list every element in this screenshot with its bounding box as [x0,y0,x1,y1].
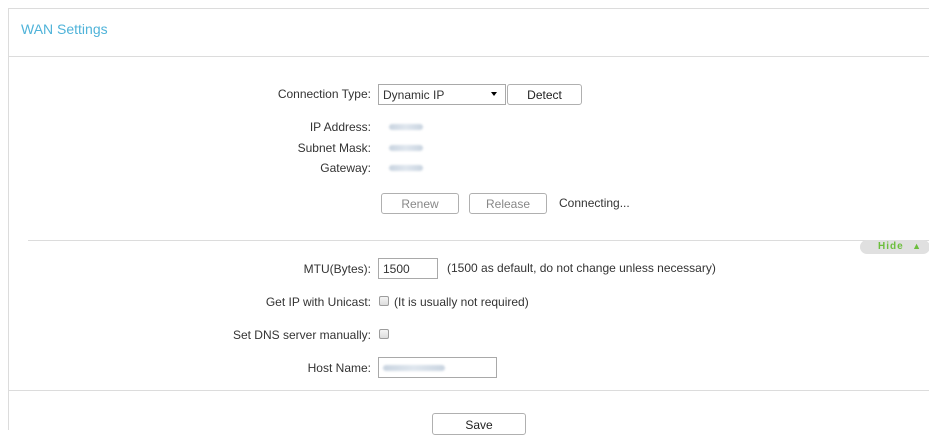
wan-settings-panel: WAN Settings Connection Type: Dynamic IP… [8,8,929,435]
unicast-checkbox[interactable] [379,296,389,306]
subnet-mask-label: Subnet Mask: [297,141,371,155]
detect-button[interactable]: Detect [507,84,582,105]
hide-label: Hide [878,241,904,252]
hide-toggle[interactable]: Hide ▲ [860,240,929,254]
dropdown-arrow-icon [491,92,497,96]
subnet-mask-value [389,145,423,151]
mtu-value: 1500 [383,262,410,276]
release-button[interactable]: Release [469,193,547,214]
connection-status: Connecting... [559,196,630,210]
footer-divider [9,390,929,391]
renew-button[interactable]: Renew [381,193,459,214]
mtu-note: (1500 as default, do not change unless n… [447,261,716,275]
chevron-up-icon: ▲ [912,241,922,251]
host-name-value [383,365,445,371]
unicast-label: Get IP with Unicast: [265,295,371,309]
host-name-input[interactable] [378,357,497,378]
mtu-input[interactable]: 1500 [378,258,438,279]
connection-type-label: Connection Type: [277,87,371,101]
unicast-note: (It is usually not required) [394,295,529,309]
title-divider [9,56,929,57]
gateway-value [389,165,423,171]
gateway-label: Gateway: [320,161,371,175]
ip-address-label: IP Address: [309,120,371,134]
ip-address-value [389,124,423,130]
section-divider [28,240,929,241]
dns-manual-label: Set DNS server manually: [232,328,371,342]
host-name-label: Host Name: [307,361,371,375]
dns-manual-checkbox[interactable] [379,329,389,339]
mtu-label: MTU(Bytes): [303,262,371,276]
page-title: WAN Settings [21,21,108,37]
save-button[interactable]: Save [432,413,526,435]
connection-type-select[interactable]: Dynamic IP [378,84,506,105]
connection-type-value: Dynamic IP [383,88,445,102]
